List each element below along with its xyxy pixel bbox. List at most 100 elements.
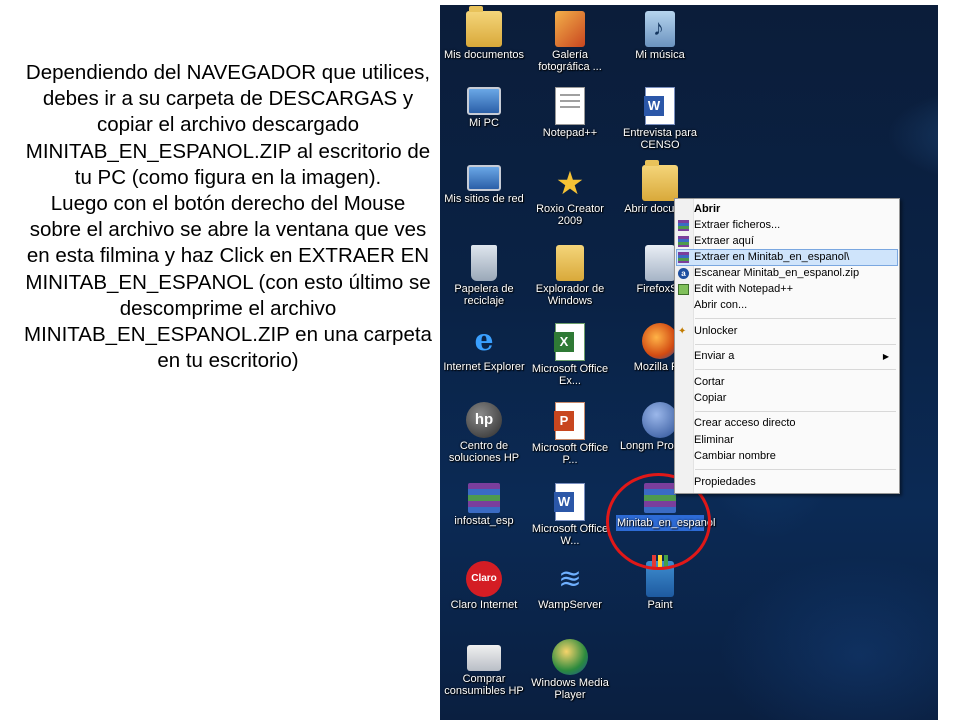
menu-item-label: Escanear Minitab_en_espanol.zip [694, 267, 860, 279]
desktop-icon-infostat[interactable]: infostat_esp [440, 483, 528, 527]
menu-item-eliminar[interactable]: Eliminar [677, 433, 897, 448]
context-menu: Abrir Extraer ficheros... Extraer aquí E… [674, 198, 900, 494]
menu-item-cambiar-nombre[interactable]: Cambiar nombre [677, 449, 897, 464]
desktop-icon-mis-sitios-de-red[interactable]: Mis sitios de red [440, 165, 528, 205]
avast-icon: a [678, 268, 689, 279]
powerpoint-icon [554, 402, 585, 440]
menu-item-label: Edit with Notepad++ [694, 283, 794, 295]
desktop-icon-mi-musica[interactable]: Mi música [616, 11, 704, 61]
desktop-icon-mis-documentos[interactable]: Mis documentos [440, 6, 528, 61]
network-icon [467, 165, 501, 191]
menu-separator [695, 318, 896, 319]
icon-label: Claro Internet [450, 599, 518, 611]
instruction-paragraph-1: Dependiendo del NAVEGADOR que utilices, … [25, 61, 431, 189]
winrar-icon [678, 252, 689, 263]
desktop-icon-claro[interactable]: Claro Claro Internet [440, 561, 528, 611]
desktop-icon-explorador[interactable]: Explorador de Windows [526, 245, 614, 307]
menu-item-label: Crear acceso directo [694, 417, 796, 429]
icon-label: Paint [647, 599, 673, 611]
icon-label: Papelera de reciclaje [454, 283, 514, 307]
word-icon [554, 483, 585, 521]
menu-item-abrir-con[interactable]: Abrir con... [677, 298, 897, 313]
desktop-icon-excel[interactable]: Microsoft Office Ex... [526, 323, 614, 387]
menu-item-enviar-a[interactable]: Enviar a ▶ [677, 349, 897, 364]
desktop-icon-internet-explorer[interactable]: e Internet Explorer [440, 323, 528, 373]
menu-item-crear-acceso-directo[interactable]: Crear acceso directo [677, 416, 897, 431]
desktop-icon-mi-pc[interactable]: Mi PC [440, 87, 528, 129]
desktop-icon-powerpoint[interactable]: Microsoft Office P... [526, 402, 614, 466]
icon-label: Entrevista para CENSO [623, 127, 697, 151]
menu-item-label: Extraer ficheros... [694, 219, 781, 231]
music-folder-icon [645, 11, 675, 47]
menu-item-edit-notepadpp[interactable]: Edit with Notepad++ [677, 282, 897, 297]
desktop-icon-galeria[interactable]: Galería fotográfica ... [526, 11, 614, 73]
menu-item-label: Extraer aquí [694, 235, 754, 247]
submenu-arrow-icon: ▶ [882, 352, 889, 361]
menu-item-label: Cambiar nombre [694, 450, 776, 462]
icon-label: Galería fotográfica ... [538, 49, 602, 73]
menu-item-unlocker[interactable]: ✦ Unlocker [677, 324, 897, 339]
desktop-icon-comprar-hp[interactable]: Comprar consumibles HP [440, 639, 528, 697]
menu-separator [695, 469, 896, 470]
menu-separator [695, 411, 896, 412]
winrar-icon [678, 236, 689, 247]
wampserver-icon: ≋ [558, 563, 582, 594]
menu-item-label: Abrir [694, 203, 721, 215]
menu-item-extraer-en-minitab[interactable]: Extraer en Minitab_en_espanol\ [676, 249, 898, 266]
claro-icon: Claro [466, 561, 502, 597]
menu-item-label: Propiedades [694, 476, 756, 488]
desktop-icon-entrevista[interactable]: Entrevista para CENSO [616, 87, 704, 151]
word-document-icon [644, 87, 675, 125]
icon-label: Explorador de Windows [535, 283, 605, 307]
instruction-text: Dependiendo del NAVEGADOR que utilices, … [24, 60, 432, 374]
menu-item-escanear[interactable]: a Escanear Minitab_en_espanol.zip [677, 266, 897, 281]
icon-label: Mi música [635, 49, 685, 61]
desktop-icon-notepadpp[interactable]: Notepad++ [526, 87, 614, 139]
icon-label: WampServer [538, 599, 602, 611]
star-icon: ★ [555, 165, 585, 201]
menu-separator [695, 369, 896, 370]
media-player-icon [552, 639, 588, 675]
menu-item-label: Abrir con... [694, 299, 748, 311]
desktop-icon-word[interactable]: Microsoft Office W... [526, 483, 614, 547]
menu-item-label: Cortar [694, 376, 725, 388]
excel-icon [554, 323, 585, 361]
desktop-icon-wampserver[interactable]: ≋ WampServer [526, 561, 614, 611]
setup-icon [645, 245, 675, 281]
menu-item-label: Unlocker [694, 325, 738, 337]
hp-icon: hp [466, 402, 502, 438]
menu-item-cortar[interactable]: Cortar [677, 375, 897, 390]
menu-item-label: Enviar a [694, 350, 735, 362]
desktop-icon-roxio[interactable]: ★ Roxio Creator 2009 [526, 165, 614, 227]
menu-item-propiedades[interactable]: Propiedades [677, 475, 897, 490]
computer-icon [467, 87, 501, 115]
winrar-archive-icon [468, 483, 500, 513]
icon-label: Roxio Creator 2009 [536, 203, 604, 227]
notepadpp-icon [678, 284, 689, 295]
winrar-icon [678, 220, 689, 231]
printer-icon [467, 645, 501, 671]
menu-item-abrir[interactable]: Abrir [677, 202, 897, 217]
icon-label: Microsoft Office W... [531, 523, 609, 547]
menu-item-copiar[interactable]: Copiar [677, 391, 897, 406]
menu-item-extraer-ficheros[interactable]: Extraer ficheros... [677, 218, 897, 233]
icon-label: infostat_esp [454, 515, 514, 527]
folder-icon [466, 6, 502, 47]
internet-explorer-icon: e [474, 323, 494, 358]
notepad-icon [555, 87, 585, 125]
explorer-icon [556, 245, 584, 281]
unlocker-icon: ✦ [678, 326, 687, 337]
folder-icon [642, 160, 678, 201]
icon-label: Windows Media Player [531, 677, 609, 701]
firefox-icon [642, 323, 678, 359]
desktop-icon-centro-hp[interactable]: hp Centro de soluciones HP [440, 402, 528, 464]
icon-label: Internet Explorer [443, 361, 525, 373]
desktop-icon-papelera[interactable]: Papelera de reciclaje [440, 245, 528, 307]
menu-item-label: Extraer en Minitab_en_espanol\ [694, 251, 850, 263]
instruction-paragraph-2: Luego con el botón derecho del Mouse sob… [24, 192, 432, 373]
longman-icon [642, 402, 678, 438]
menu-item-extraer-aqui[interactable]: Extraer aquí [677, 234, 897, 249]
icon-label: Comprar consumibles HP [444, 673, 524, 697]
desktop-icon-windows-media-player[interactable]: Windows Media Player [526, 639, 614, 701]
icon-label: Mi PC [469, 117, 499, 129]
